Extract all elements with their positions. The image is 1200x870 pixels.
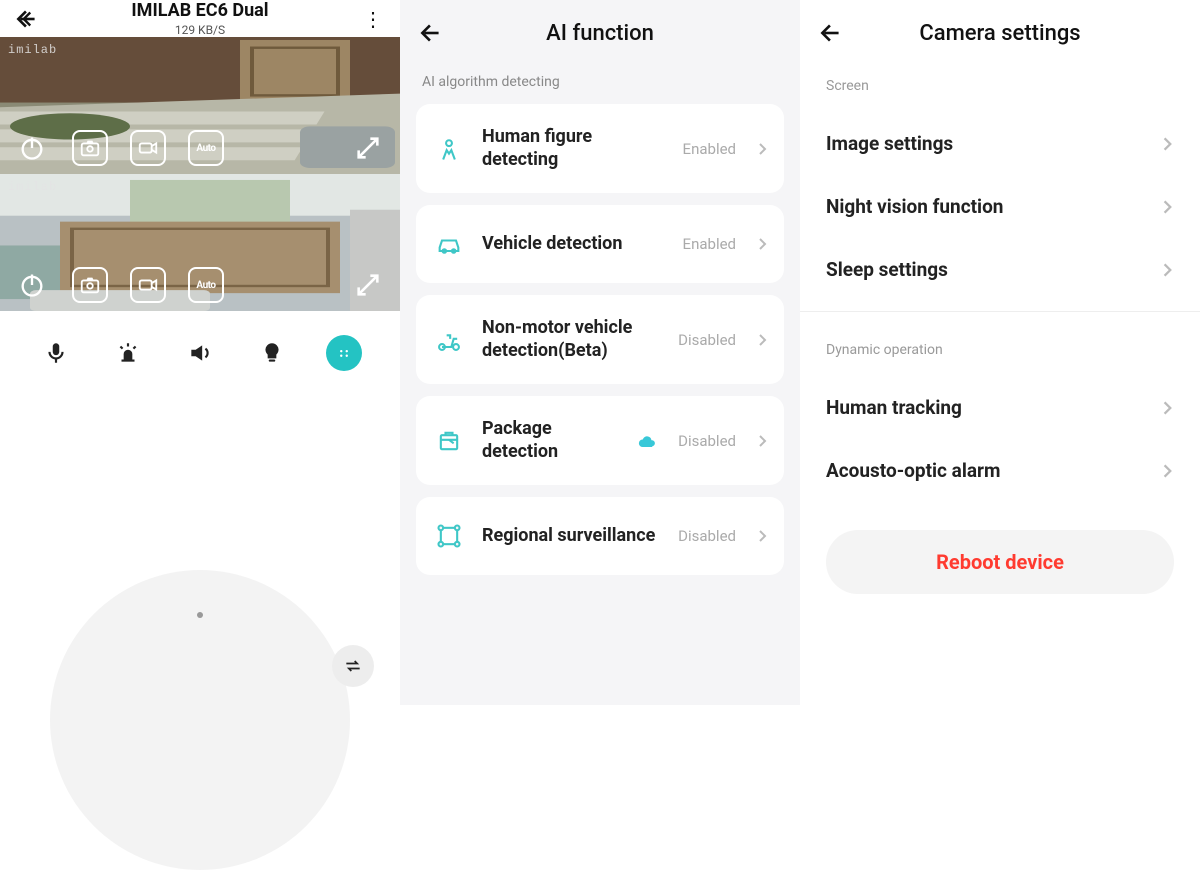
camera-feed-2[interactable]: imilab Auto [0, 174, 400, 311]
header-live: IMILAB EC6 Dual 129 KB/S ⋮ [0, 0, 400, 37]
header-title-wrap: IMILAB EC6 Dual 129 KB/S [44, 0, 356, 37]
chevron-right-icon [1162, 136, 1174, 152]
row-human-tracking[interactable]: Human tracking [826, 376, 1174, 439]
row-night-vision[interactable]: Night vision function [826, 175, 1174, 238]
divider [800, 311, 1200, 312]
row-label: Image settings [826, 132, 953, 155]
cloud-icon [638, 434, 656, 448]
section-label: AI algorithm detecting [400, 66, 800, 104]
page-title: AI function [414, 21, 786, 46]
settings-group-dynamic: Dynamic operation Human tracking Acousto… [800, 330, 1200, 502]
card-label: Regional surveillance [482, 525, 662, 548]
card-label: Non-motor vehicle detection(Beta) [482, 317, 662, 362]
card-state: Disabled [678, 432, 736, 450]
card-human-figure[interactable]: Human figure detecting Enabled [416, 104, 784, 193]
card-label: Package detection [482, 418, 622, 463]
camera-title: IMILAB EC6 Dual [44, 0, 356, 21]
package-icon [432, 424, 466, 458]
chevron-right-icon [758, 434, 768, 448]
reboot-label: Reboot device [936, 550, 1064, 574]
card-label: Vehicle detection [482, 233, 667, 256]
camera-feed-1[interactable]: imilab Auto [0, 37, 400, 174]
mic-icon[interactable] [38, 335, 74, 371]
ai-function-panel: AI function AI algorithm detecting Human… [400, 0, 800, 705]
human-icon [432, 132, 466, 166]
power-icon[interactable] [14, 130, 50, 166]
chevron-right-icon [1162, 463, 1174, 479]
snapshot-icon[interactable] [72, 267, 108, 303]
chevron-right-icon [1162, 199, 1174, 215]
page-title: Camera settings [814, 21, 1186, 46]
card-state: Disabled [678, 331, 736, 349]
region-icon [432, 519, 466, 553]
ptz-wheel[interactable] [50, 570, 350, 870]
feed-2-controls: Auto [0, 267, 400, 303]
ptz-icon[interactable] [326, 335, 362, 371]
card-package[interactable]: Package detection Disabled [416, 396, 784, 485]
record-icon[interactable] [130, 130, 166, 166]
header-settings: Camera settings [800, 0, 1200, 66]
watermark-1: imilab [8, 43, 57, 57]
reboot-button[interactable]: Reboot device [826, 530, 1174, 594]
group-label: Screen [826, 72, 1174, 112]
chevron-right-icon [758, 529, 768, 543]
snapshot-icon[interactable] [72, 130, 108, 166]
camera-settings-panel: Camera settings Screen Image settings Ni… [800, 0, 1200, 705]
fullscreen-icon[interactable] [350, 130, 386, 166]
car-icon [432, 227, 466, 261]
light-icon[interactable] [254, 335, 290, 371]
card-label: Human figure detecting [482, 126, 667, 171]
chevron-right-icon [758, 237, 768, 251]
ai-card-list: Human figure detecting Enabled Vehicle d… [400, 104, 800, 575]
ptz-control-area [0, 385, 400, 705]
row-label: Sleep settings [826, 258, 948, 281]
quality-auto-button[interactable]: Auto [188, 267, 224, 303]
scooter-icon [432, 323, 466, 357]
header-ai: AI function [400, 0, 800, 66]
row-image-settings[interactable]: Image settings [826, 112, 1174, 175]
card-regional[interactable]: Regional surveillance Disabled [416, 497, 784, 575]
record-icon[interactable] [130, 267, 166, 303]
live-view-panel: IMILAB EC6 Dual 129 KB/S ⋮ imilab Auto [0, 0, 400, 705]
swap-feeds-button[interactable] [332, 645, 374, 687]
row-label: Night vision function [826, 195, 1003, 218]
group-label: Dynamic operation [826, 336, 1174, 376]
more-button[interactable]: ⋮ [356, 2, 390, 36]
chevron-right-icon [758, 333, 768, 347]
watermark-2: imilab [8, 180, 57, 194]
power-icon[interactable] [14, 267, 50, 303]
card-vehicle[interactable]: Vehicle detection Enabled [416, 205, 784, 283]
fullscreen-icon[interactable] [350, 267, 386, 303]
row-acousto-optic[interactable]: Acousto-optic alarm [826, 439, 1174, 502]
card-non-motor[interactable]: Non-motor vehicle detection(Beta) Disabl… [416, 295, 784, 384]
row-sleep-settings[interactable]: Sleep settings [826, 238, 1174, 301]
back-button[interactable] [10, 2, 44, 36]
speaker-icon[interactable] [182, 335, 218, 371]
ptz-dot [197, 612, 203, 618]
chevron-right-icon [1162, 262, 1174, 278]
action-bar [0, 311, 400, 385]
quality-auto-button[interactable]: Auto [188, 130, 224, 166]
row-label: Acousto-optic alarm [826, 459, 1000, 482]
card-state: Enabled [683, 235, 736, 253]
settings-group-screen: Screen Image settings Night vision funct… [800, 66, 1200, 301]
chevron-right-icon [1162, 400, 1174, 416]
siren-icon[interactable] [110, 335, 146, 371]
card-state: Disabled [678, 527, 736, 545]
card-state: Enabled [683, 140, 736, 158]
row-label: Human tracking [826, 396, 962, 419]
bitrate-label: 129 KB/S [44, 23, 356, 37]
chevron-right-icon [758, 142, 768, 156]
feed-1-controls: Auto [0, 130, 400, 166]
